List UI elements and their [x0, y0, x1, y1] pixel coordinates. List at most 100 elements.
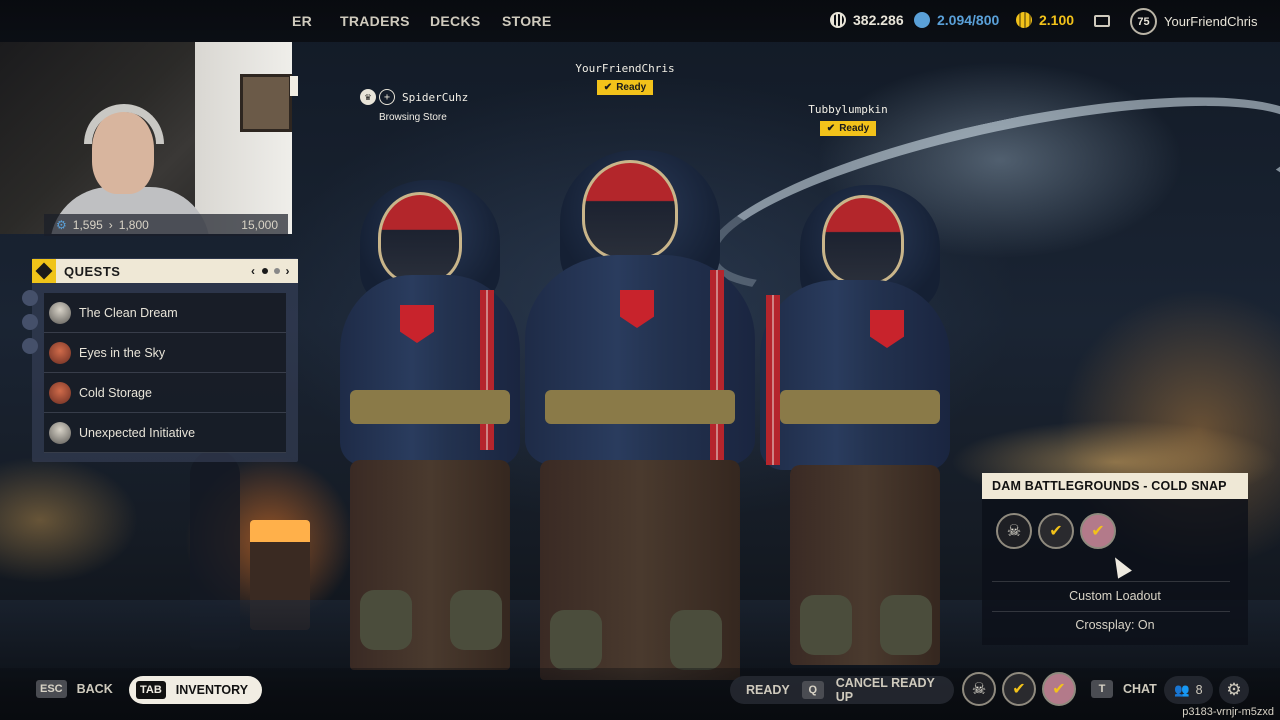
quest-name: Eyes in the Sky: [79, 345, 166, 360]
chevron-left-icon[interactable]: ‹: [251, 264, 256, 278]
xp-next: 1,800: [118, 218, 149, 232]
premium-currency-value: 2.100: [1039, 12, 1075, 28]
chat-button[interactable]: T CHAT: [1091, 680, 1157, 698]
avatar: [22, 314, 38, 330]
quest-list: The Clean Dream Eyes in the Sky Cold Sto…: [44, 293, 286, 453]
quests-pager: ‹ ›: [251, 264, 298, 278]
top-nav-bar: [0, 0, 1280, 42]
coins-icon: [830, 12, 846, 28]
player-status-text: Browsing Store: [379, 112, 447, 123]
settings-button[interactable]: ⚙: [1219, 676, 1249, 704]
check-emblem-icon: ✔: [1038, 513, 1074, 549]
party-button[interactable]: 👥 8: [1164, 676, 1213, 704]
quest-giver-avatar: [49, 421, 71, 444]
nav-tab-partial[interactable]: ER: [292, 13, 312, 29]
xp-max: 15,000: [241, 218, 278, 232]
raider-token-icon: [914, 12, 930, 28]
currency-coins: 382.286: [830, 12, 904, 28]
page-dot-active: [261, 268, 268, 274]
inventory-button[interactable]: TAB INVENTORY: [129, 676, 263, 704]
player-name: SpiderCuhz: [402, 90, 469, 104]
esc-key: ESC: [36, 680, 67, 698]
chevron-right-icon: ›: [108, 218, 113, 232]
session-id: p3183-vrnjr-m5zxd: [1182, 706, 1274, 718]
people-icon: 👥: [1174, 682, 1190, 697]
quests-header: QUESTS ‹ ›: [32, 259, 298, 283]
xp-current: 1,595: [72, 218, 103, 232]
avatar: [22, 338, 38, 354]
cancel-ready-button[interactable]: CANCEL READY UP: [836, 676, 954, 704]
currency-raider-tokens: 2.094/800: [914, 12, 999, 28]
player-name: Tubbylumpkin: [808, 103, 888, 116]
player-tag-spidercuhz: ♛ + SpiderCuhz: [360, 89, 468, 105]
quest-name: Cold Storage: [79, 385, 152, 400]
nav-tab-traders[interactable]: TRADERS: [340, 13, 410, 29]
quest-item[interactable]: Cold Storage: [44, 373, 286, 413]
loadout-label: Custom Loadout: [1069, 589, 1161, 603]
check-icon: ✔: [603, 82, 613, 93]
premium-currency-icon: [1016, 12, 1032, 28]
add-friend-icon[interactable]: +: [379, 89, 395, 105]
party-member-emblems: ☠ ✔ ✔: [996, 513, 1116, 549]
tab-key: TAB: [136, 681, 166, 699]
player-tag-yourfriendchris: YourFriendChris ✔ Ready: [570, 62, 680, 95]
ready-button[interactable]: READY: [746, 683, 790, 697]
nav-tab-decks[interactable]: DECKS: [430, 13, 481, 29]
check-emblem-icon: ✔: [1042, 672, 1076, 706]
divider: [992, 581, 1230, 582]
ready-badge: ✔ Ready: [819, 121, 877, 136]
quest-item[interactable]: The Clean Dream: [44, 293, 286, 333]
xp-icon: ⚙: [56, 218, 67, 232]
page-dot: [273, 268, 280, 274]
party-status-emblems: ☠ ✔ ✔: [962, 672, 1076, 706]
quest-item[interactable]: Unexpected Initiative: [44, 413, 286, 453]
quest-giver-avatar: [49, 341, 71, 364]
chevron-right-icon[interactable]: ›: [286, 264, 291, 278]
inventory-label: INVENTORY: [175, 683, 249, 697]
q-key: Q: [801, 681, 824, 699]
check-emblem-icon: ✔: [1002, 672, 1036, 706]
player-tag-tubbylumpkin: Tubbylumpkin ✔ Ready: [800, 103, 896, 136]
currency-premium: 2.100: [1016, 12, 1074, 28]
quest-name: The Clean Dream: [79, 305, 178, 320]
webcam-picture-frame: [240, 74, 292, 132]
back-button[interactable]: ESC BACK: [36, 680, 113, 698]
streamer-webcam: [0, 42, 292, 234]
player-name: YourFriendChris: [575, 62, 675, 75]
character-yourfriendchris[interactable]: [520, 150, 760, 690]
gear-icon: ⚙: [1226, 680, 1242, 699]
quest-name: Unexpected Initiative: [79, 425, 196, 440]
crown-icon: ♛: [360, 89, 376, 105]
coins-value: 382.286: [853, 12, 904, 28]
skull-emblem-icon: ☠: [962, 672, 996, 706]
map-mode-title: DAM BATTLEGROUNDS - COLD SNAP: [982, 473, 1248, 499]
quest-item[interactable]: Eyes in the Sky: [44, 333, 286, 373]
webcam-wall: [195, 42, 292, 234]
raider-token-value: 2.094/800: [937, 12, 1000, 28]
ready-badge: ✔ Ready: [596, 80, 654, 95]
quest-side-avatars: [22, 290, 38, 362]
back-label: BACK: [76, 682, 113, 696]
t-key: T: [1091, 680, 1113, 698]
xp-progress-strip: ⚙ 1,595 › 1,800 15,000: [44, 214, 288, 236]
account-username[interactable]: YourFriendChris: [1164, 14, 1257, 29]
quests-title: QUESTS: [64, 263, 121, 279]
divider: [992, 611, 1230, 612]
overlay-tab: [290, 76, 298, 96]
check-icon: ✔: [826, 123, 836, 134]
skull-emblem-icon: ☠: [996, 513, 1032, 549]
crossplay-label: Crossplay: On: [1075, 618, 1155, 632]
headset-icon: [84, 104, 164, 144]
level-badge[interactable]: 75: [1130, 8, 1157, 35]
quest-diamond-icon: [32, 259, 56, 283]
party-count: 8: [1195, 683, 1203, 697]
ready-controls: READY Q CANCEL READY UP: [730, 676, 954, 704]
quest-giver-avatar: [49, 301, 71, 324]
character-spidercuhz[interactable]: [330, 180, 530, 680]
check-emblem-icon: ✔: [1080, 513, 1116, 549]
quest-giver-avatar: [49, 381, 71, 404]
chat-label: CHAT: [1123, 682, 1157, 696]
mail-icon[interactable]: [1094, 15, 1110, 27]
character-tubbylumpkin[interactable]: [760, 185, 960, 675]
nav-tab-store[interactable]: STORE: [502, 13, 551, 29]
